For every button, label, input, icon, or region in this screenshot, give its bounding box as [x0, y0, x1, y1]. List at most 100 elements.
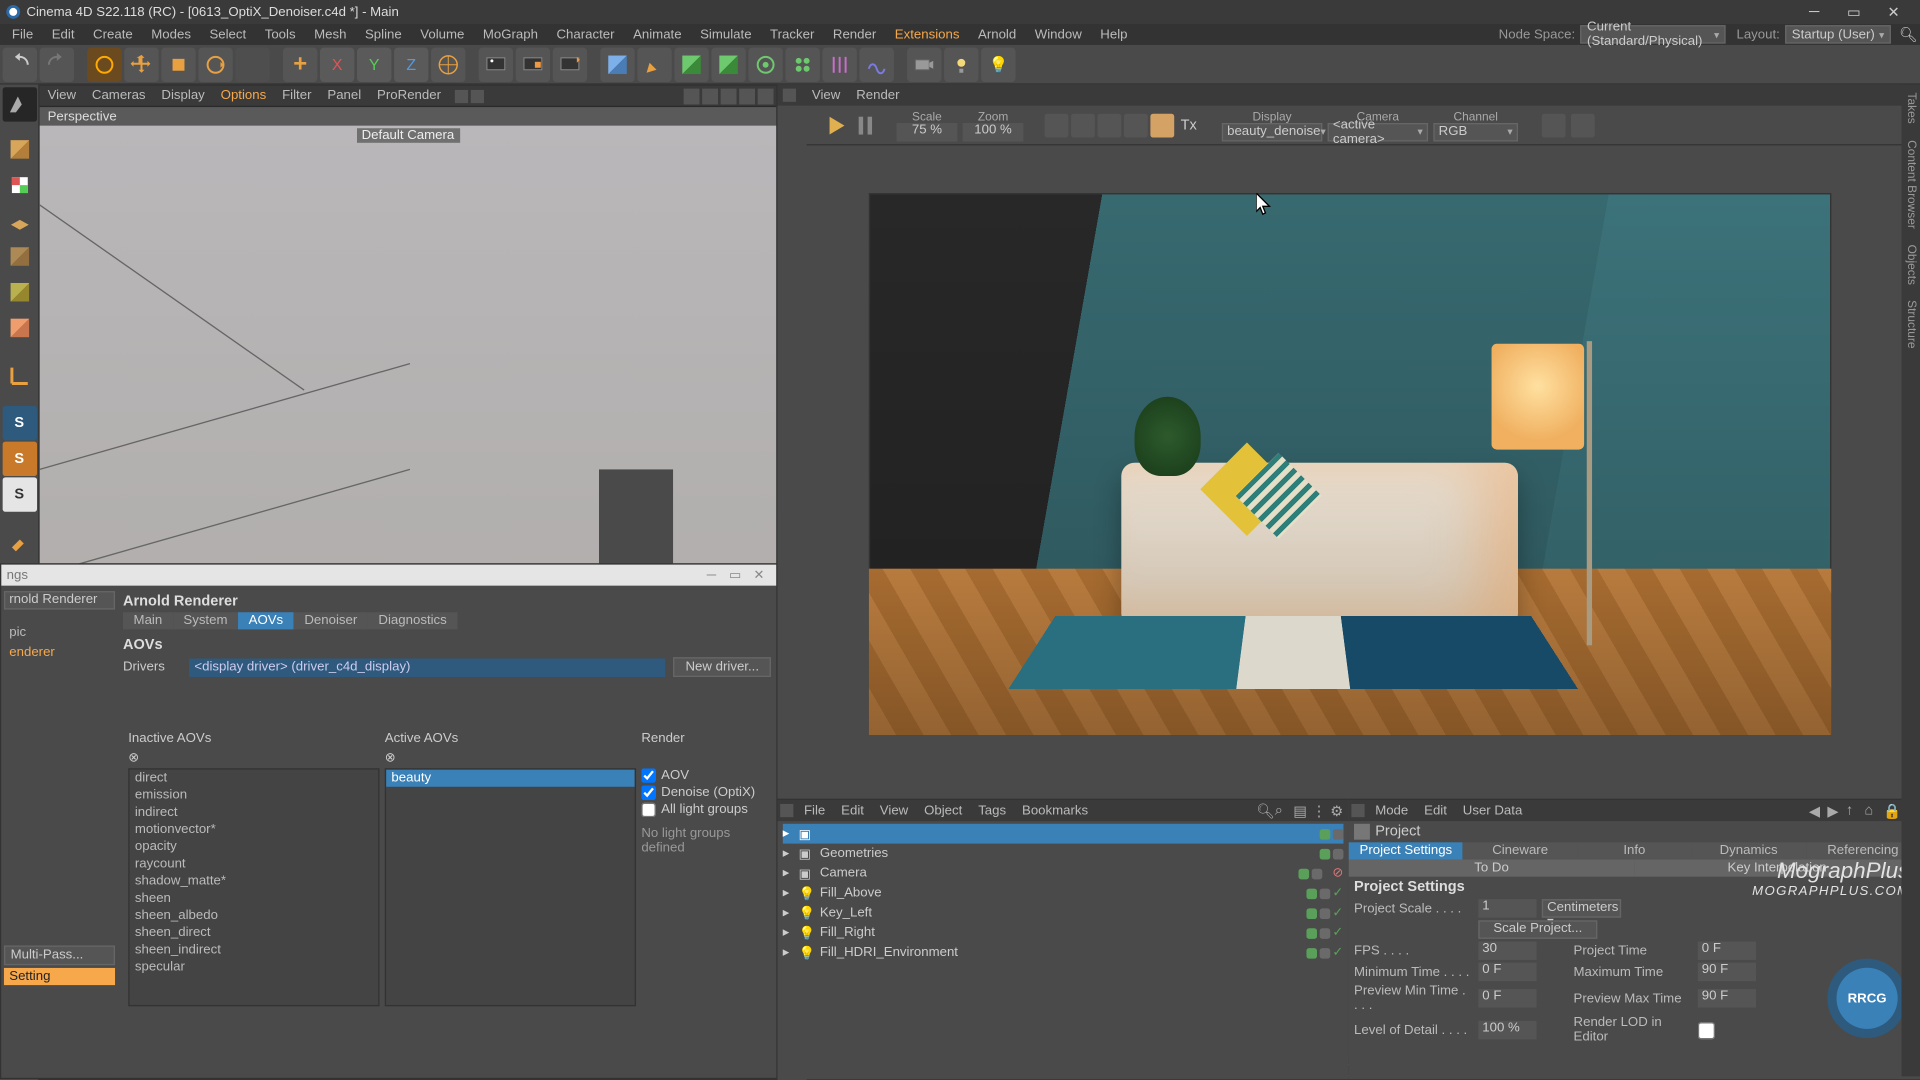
scene-row[interactable]: ▸💡Fill_Right✓ [783, 923, 1344, 943]
zoom-value[interactable]: 100 % [963, 122, 1024, 141]
x-axis-button[interactable]: X [320, 47, 354, 81]
light-button[interactable] [944, 47, 978, 81]
render-region-button[interactable] [516, 47, 550, 81]
rv-tab-render[interactable]: Render [848, 87, 907, 104]
attr-menu-user data[interactable]: User Data [1455, 802, 1530, 819]
renderer-dropdown[interactable]: rnold Renderer [4, 591, 115, 610]
menu-character[interactable]: Character [547, 26, 624, 43]
menu-volume[interactable]: Volume [411, 26, 474, 43]
vm4-icon[interactable] [1124, 113, 1148, 137]
inactive-aov[interactable]: specular [130, 959, 379, 976]
vl-tab-display[interactable]: Display [153, 87, 212, 104]
inactive-aov[interactable]: opacity [130, 838, 379, 855]
vl-tab-filter[interactable]: Filter [274, 87, 319, 104]
axis-icon[interactable] [2, 358, 36, 392]
crosshair-icon[interactable] [1542, 113, 1566, 137]
ipr-pause-button[interactable] [854, 113, 878, 137]
display-dropdown[interactable]: beauty_denoise [1222, 122, 1322, 141]
cube-primitive-button[interactable] [600, 47, 634, 81]
render-check[interactable]: All light groups [641, 801, 765, 818]
snap-mode-icon[interactable]: S [2, 442, 36, 476]
render-view-button[interactable] [479, 47, 513, 81]
vm3-icon[interactable] [1098, 113, 1122, 137]
tx-icon[interactable]: Tx [1177, 113, 1201, 137]
sm-menu-file[interactable]: File [796, 802, 833, 819]
menu-edit[interactable]: Edit [42, 26, 83, 43]
rs-tab-system[interactable]: System [173, 612, 238, 629]
scene-row[interactable]: ▸💡Fill_HDRI_Environment✓ [783, 943, 1344, 963]
idea-icon[interactable]: 💡 [981, 47, 1015, 81]
vtab-structure[interactable]: Structure [1901, 292, 1920, 356]
attr-tab-dynamics[interactable]: Dynamics [1692, 842, 1806, 859]
world-axis-button[interactable] [431, 47, 465, 81]
texture-mode-icon[interactable] [2, 168, 36, 202]
menu-animate[interactable]: Animate [624, 26, 691, 43]
attr-subtab-to-do[interactable]: To Do [1349, 859, 1635, 876]
vl-tab-cameras[interactable]: Cameras [84, 87, 154, 104]
menu-spline[interactable]: Spline [356, 26, 411, 43]
setting-button[interactable]: Setting [4, 968, 115, 985]
vm2-icon[interactable] [1071, 113, 1095, 137]
menu-window[interactable]: Window [1025, 26, 1091, 43]
move-button[interactable] [124, 47, 158, 81]
nodespace-dropdown[interactable]: Current (Standard/Physical) [1580, 25, 1725, 44]
menu-create[interactable]: Create [84, 26, 142, 43]
menu-modes[interactable]: Modes [142, 26, 200, 43]
vtab-objects[interactable]: Objects [1901, 236, 1920, 292]
scale-value[interactable]: 75 % [897, 122, 958, 141]
strip-grid[interactable] [779, 111, 805, 137]
y-axis-button[interactable]: Y [357, 47, 391, 81]
scene-row[interactable]: ▸💡Fill_Above✓ [783, 883, 1344, 903]
inactive-aov[interactable]: indirect [130, 804, 379, 821]
inactive-aov[interactable]: emission [130, 787, 379, 804]
pen-tool-button[interactable] [637, 47, 671, 81]
vtab-content-browser[interactable]: Content Browser [1901, 132, 1920, 237]
inactive-aov[interactable]: shadow_matte* [130, 873, 379, 890]
sm-menu-tags[interactable]: Tags [970, 802, 1014, 819]
multipass-button[interactable]: Multi-Pass... [4, 945, 115, 965]
camera-dropdown[interactable]: <active camera> [1328, 122, 1428, 141]
locked-tool-button[interactable] [235, 47, 269, 81]
active-aov[interactable]: beauty [386, 770, 635, 787]
sm-menu-view[interactable]: View [872, 802, 916, 819]
driver-value[interactable]: <display driver> (driver_c4d_display) [189, 658, 666, 677]
layout-search-icon[interactable]: 🔍︎ [1891, 26, 1917, 43]
menu-tools[interactable]: Tools [255, 26, 304, 43]
rs-side-pic[interactable]: pic [4, 623, 115, 643]
menu-simulate[interactable]: Simulate [691, 26, 761, 43]
undo-button[interactable] [3, 47, 37, 81]
new-driver-button[interactable]: New driver... [674, 657, 771, 677]
inactive-aov[interactable]: sheen_indirect [130, 941, 379, 958]
workplane-icon[interactable] [2, 204, 36, 238]
edge-mode-icon[interactable] [2, 275, 36, 309]
attr-menu-mode[interactable]: Mode [1367, 802, 1416, 819]
vm5-icon[interactable] [1150, 113, 1174, 137]
point-mode-icon[interactable] [2, 239, 36, 273]
misc-tool-icon[interactable] [2, 522, 36, 556]
scene-row[interactable]: ▸▣ [783, 824, 1344, 844]
layout-dropdown[interactable]: Startup (User) [1785, 25, 1891, 44]
render-check[interactable]: AOV [641, 767, 765, 784]
inactive-aov[interactable]: sheen_albedo [130, 907, 379, 924]
model-mode-icon[interactable] [2, 87, 36, 121]
menu-help[interactable]: Help [1091, 26, 1137, 43]
rs-tab-main[interactable]: Main [123, 612, 173, 629]
menu-arnold[interactable]: Arnold [969, 26, 1026, 43]
scale-button[interactable] [161, 47, 195, 81]
field-button[interactable] [822, 47, 856, 81]
z-axis-button[interactable]: Z [394, 47, 428, 81]
close-button[interactable]: ✕ [1883, 3, 1904, 22]
render-settings-button[interactable] [553, 47, 587, 81]
menu-tracker[interactable]: Tracker [761, 26, 824, 43]
minimize-button[interactable]: ─ [1804, 3, 1825, 22]
redo-button[interactable] [40, 47, 74, 81]
snap-settings-icon[interactable]: S [2, 477, 36, 511]
channel-dropdown[interactable]: RGB [1433, 122, 1518, 141]
cloner-button[interactable] [785, 47, 819, 81]
inactive-aov[interactable]: motionvector* [130, 821, 379, 838]
scene-row[interactable]: ▸💡Key_Left✓ [783, 903, 1344, 923]
attr-tab-info[interactable]: Info [1577, 842, 1691, 859]
vtab-takes[interactable]: Takes [1901, 85, 1920, 132]
attr-menu-edit[interactable]: Edit [1416, 802, 1455, 819]
vl-tab-options[interactable]: Options [213, 87, 274, 104]
